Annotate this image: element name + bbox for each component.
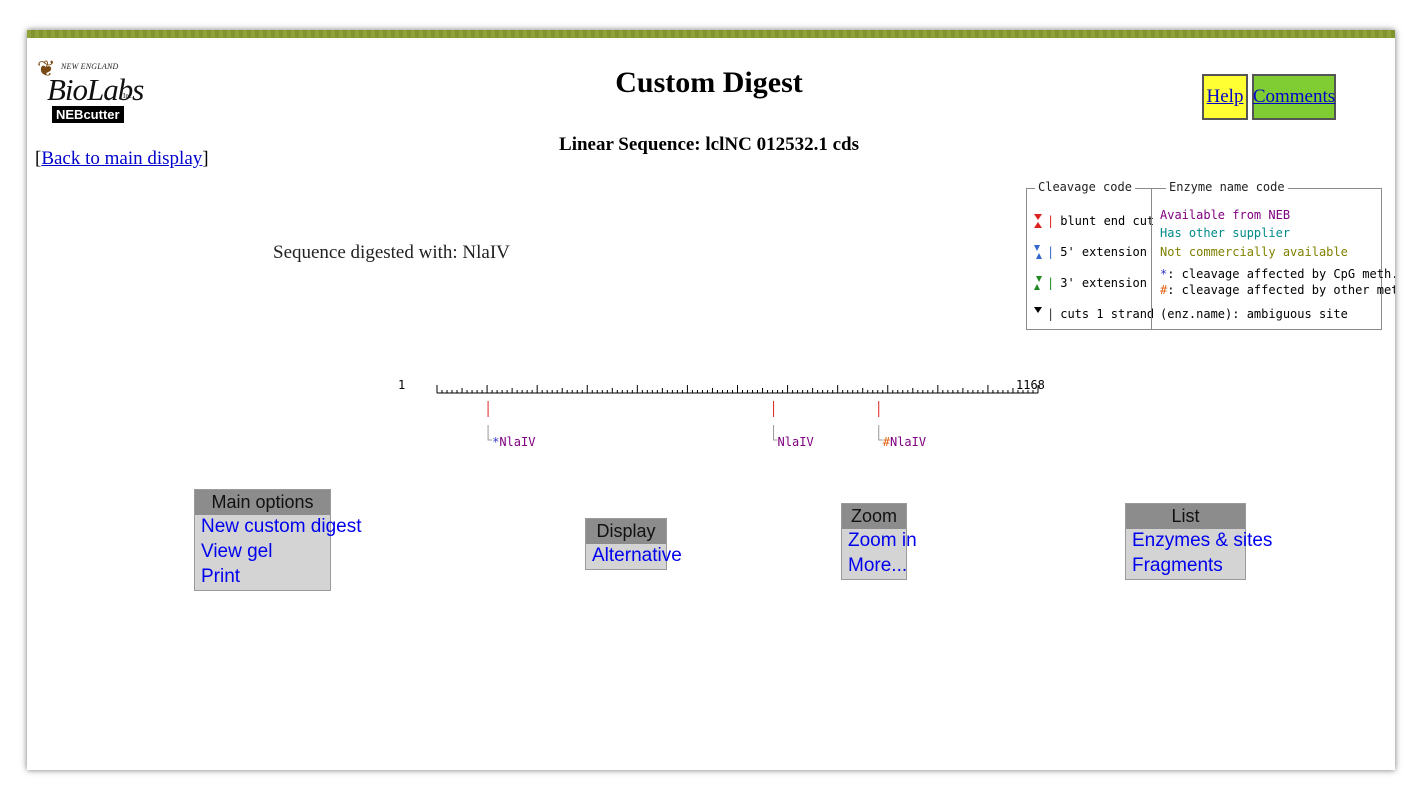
cut-site-label[interactable]: *NlaIV [492, 435, 535, 449]
enzymes-sites-link[interactable]: Enzymes & sites [1126, 529, 1272, 554]
sequence-subtitle: Linear Sequence: lclNC 012532.1 cds [559, 134, 859, 155]
zoom-more-link[interactable]: More... [842, 554, 907, 579]
legend-not-available: Not commercially available [1160, 245, 1348, 259]
legend-one-strand-label: cuts 1 strand [1060, 307, 1155, 321]
logo-brand: BioLabs [47, 72, 144, 107]
bracket-close: ] [202, 148, 209, 169]
cut-site-enzyme-name: NlaIV [889, 435, 927, 449]
view-gel-link[interactable]: View gel [195, 540, 330, 565]
legend-ambiguous: (enz.name): ambiguous site [1160, 307, 1348, 321]
legend-three-prime-label: 3' extension [1060, 276, 1147, 290]
legend-panel: Cleavage code | blunt end cut | 5' exten… [1026, 180, 1395, 330]
comments-button[interactable]: Comments [1252, 74, 1336, 120]
print-link[interactable]: Print [195, 565, 330, 590]
back-link-container: [Back to main display] [35, 148, 209, 170]
legend-bar: | [1047, 245, 1055, 259]
cleavage-code-title: Cleavage code [1035, 180, 1135, 194]
legend-available-neb: Available from NEB [1160, 208, 1291, 222]
nebcutter-badge: NEBcutter [52, 106, 124, 123]
cut-site-meth-symbol: # [882, 435, 890, 449]
display-menu: Display Alternative [585, 518, 682, 570]
other-meth-text: : cleavage affected by other meth. [1167, 283, 1395, 297]
five-prime-icon [1034, 245, 1042, 259]
digest-enzyme-label: Sequence digested with: NlaIV [273, 242, 510, 263]
cut-site-enzyme-name: NlaIV [777, 435, 814, 449]
restriction-map[interactable]: 1 1168 *NlaIV NlaIV #NlaIV [387, 370, 1067, 460]
legend-other-supplier: Has other supplier [1160, 226, 1291, 240]
zoom-menu: Zoom Zoom in More... [841, 503, 917, 580]
back-to-main-link[interactable]: Back to main display [41, 148, 202, 169]
comments-link[interactable]: Comments [1253, 86, 1335, 108]
list-menu: List Enzymes & sites Fragments [1125, 503, 1272, 580]
legend-blunt-row: | blunt end cut [1033, 211, 1154, 231]
map-ruler [436, 385, 1039, 441]
main-options-title: Main options [195, 490, 330, 515]
new-custom-digest-link[interactable]: New custom digest [195, 515, 362, 540]
legend-cpg-meth: *: cleavage affected by CpG meth. [1160, 267, 1395, 281]
neb-logo[interactable]: ❦ NEW ENGLAND BioLabs Inc. NEBcutter [35, 52, 145, 136]
map-end-label: 1168 [1016, 378, 1045, 392]
legend-blunt-label: blunt end cut [1060, 214, 1155, 228]
legend-five-prime-label: 5' extension [1060, 245, 1147, 259]
blunt-end-icon [1034, 214, 1042, 228]
fragments-link[interactable]: Fragments [1126, 554, 1245, 579]
cut-site-enzyme-name: NlaIV [499, 435, 536, 449]
cpg-meth-text: : cleavage affected by CpG meth. [1167, 267, 1395, 281]
logo-company-line: NEW ENGLAND [61, 62, 119, 71]
help-link[interactable]: Help [1207, 86, 1244, 108]
page-title: Custom Digest [615, 66, 803, 99]
top-border-bar [27, 30, 1395, 38]
legend-one-strand-row: | cuts 1 strand [1033, 304, 1154, 324]
help-button[interactable]: Help [1202, 74, 1248, 120]
enzyme-name-code-box: Enzyme name code Available from NEB Has … [1151, 180, 1395, 330]
cleavage-code-box: Cleavage code | blunt end cut | 5' exten… [1026, 180, 1154, 330]
enzyme-name-code-title: Enzyme name code [1166, 180, 1288, 194]
legend-other-meth: #: cleavage affected by other meth. [1160, 283, 1395, 297]
legend-bar: | [1047, 276, 1055, 290]
page-frame: ❦ NEW ENGLAND BioLabs Inc. NEBcutter [Ba… [27, 30, 1395, 770]
zoom-in-link[interactable]: Zoom in [842, 529, 917, 554]
zoom-title: Zoom [842, 504, 906, 529]
cut-site-label[interactable]: NlaIV [778, 435, 814, 449]
legend-bar: | [1047, 307, 1055, 321]
legend-bar: | [1047, 214, 1055, 228]
cut-site-label[interactable]: #NlaIV [883, 435, 926, 449]
main-options-menu: Main options New custom digest View gel … [194, 489, 362, 591]
one-strand-icon [1034, 307, 1042, 313]
legend-five-prime-row: | 5' extension [1033, 242, 1147, 262]
logo-inc: Inc. [123, 92, 134, 100]
list-title: List [1126, 504, 1245, 529]
alternative-link[interactable]: Alternative [586, 544, 682, 569]
display-title: Display [586, 519, 666, 544]
three-prime-icon [1034, 276, 1042, 290]
legend-three-prime-row: | 3' extension [1033, 273, 1147, 293]
